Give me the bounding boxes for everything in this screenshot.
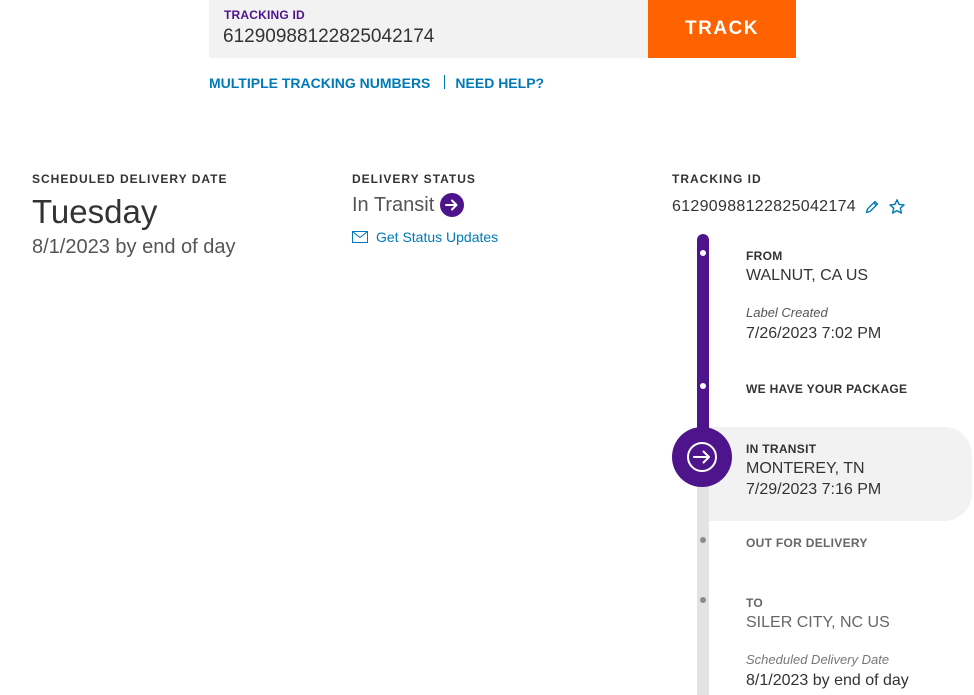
timeline-dot-picked-up: [700, 383, 706, 389]
to-heading: TO: [746, 596, 764, 610]
delivery-date: 8/1/2023 by end of day: [32, 236, 236, 258]
timeline-event-in-transit: IN TRANSIT MONTEREY, TN 7/29/2023 7:16 P…: [746, 442, 881, 499]
timeline-event-to: TO SILER CITY, NC US Scheduled Delivery …: [746, 596, 909, 690]
help-links: MULTIPLE TRACKING NUMBERS NEED HELP?: [209, 75, 544, 91]
timeline-event-from: FROM WALNUT, CA US Label Created 7/26/20…: [746, 249, 881, 343]
multiple-tracking-numbers-link[interactable]: MULTIPLE TRACKING NUMBERS: [209, 75, 430, 91]
in-transit-arrow-icon: [672, 427, 732, 487]
scheduled-delivery-date: 8/1/2023 by end of day: [746, 672, 909, 689]
status-updates-row: Get Status Updates: [352, 229, 498, 245]
tracking-id-label: TRACKING ID: [224, 8, 305, 22]
tracking-number: 61290988122825042174: [672, 198, 856, 215]
envelope-icon: [352, 231, 368, 243]
timeline-event-out-for-delivery: OUT FOR DELIVERY: [746, 536, 868, 550]
get-status-updates-link[interactable]: Get Status Updates: [376, 229, 498, 245]
label-created-note: Label Created: [746, 305, 828, 320]
timeline-dot-to: [700, 597, 706, 603]
in-transit-time: 7/29/2023 7:16 PM: [746, 481, 882, 498]
out-for-delivery-heading: OUT FOR DELIVERY: [746, 536, 868, 550]
star-icon[interactable]: [888, 198, 906, 216]
timeline-dot-from: [700, 250, 706, 256]
in-transit-location: MONTEREY, TN: [746, 460, 865, 477]
tracking-id-row: 61290988122825042174: [672, 198, 906, 216]
label-created-time: 7/26/2023 7:02 PM: [746, 325, 882, 342]
pencil-icon[interactable]: [864, 199, 880, 215]
tracking-search-box: TRACKING ID: [209, 0, 648, 58]
from-heading: FROM: [746, 249, 783, 263]
need-help-link[interactable]: NEED HELP?: [455, 75, 544, 91]
in-transit-heading: IN TRANSIT: [746, 442, 817, 456]
timeline-event-picked-up: WE HAVE YOUR PACKAGE: [746, 382, 907, 396]
scheduled-delivery-heading: SCHEDULED DELIVERY DATE: [32, 172, 228, 186]
timeline-dot-out-for-delivery: [700, 537, 706, 543]
tracking-id-input[interactable]: [223, 26, 623, 48]
tracking-id-heading: TRACKING ID: [672, 172, 762, 186]
timeline-rail-complete: [697, 234, 709, 449]
track-button[interactable]: TRACK: [648, 0, 796, 58]
scheduled-delivery-note: Scheduled Delivery Date: [746, 652, 890, 667]
in-transit-arrow-icon: [440, 193, 465, 217]
link-divider: [444, 75, 446, 89]
to-location: SILER CITY, NC US: [746, 614, 890, 631]
have-package-heading: WE HAVE YOUR PACKAGE: [746, 382, 908, 396]
delivery-day: Tuesday: [32, 193, 158, 230]
status-row: In Transit: [352, 193, 465, 217]
status-text: In Transit: [352, 193, 435, 216]
delivery-status-heading: DELIVERY STATUS: [352, 172, 476, 186]
from-location: WALNUT, CA US: [746, 267, 869, 284]
